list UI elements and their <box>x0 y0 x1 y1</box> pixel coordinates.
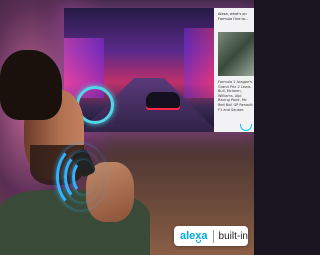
hair <box>0 50 62 120</box>
voice-wave-3 <box>56 144 107 210</box>
alexa-tv-scene: Alexa, what's on Formula One to... Formu… <box>0 0 254 255</box>
alexa-smile-icon <box>196 240 201 243</box>
badge-divider <box>212 229 214 243</box>
alexa-ring-icon <box>240 124 252 131</box>
race-thumbnail <box>218 32 254 76</box>
voice-waves-icon <box>50 140 100 220</box>
alexa-query-text: Alexa, what's on Formula One to... <box>218 12 249 21</box>
built-in-label: built-in <box>218 230 248 242</box>
race-car <box>146 92 180 108</box>
alexa-logo-text: alexa <box>180 229 208 242</box>
neon-buildings-right <box>184 28 214 98</box>
alexa-built-in-badge: alexa built-in <box>174 226 248 246</box>
alexa-answer-text: Formula 1 Aragon's Grand Prix 2 Lewis Bu… <box>218 80 253 112</box>
alexa-info-panel: Alexa, what's on Formula One to... Formu… <box>214 8 254 132</box>
